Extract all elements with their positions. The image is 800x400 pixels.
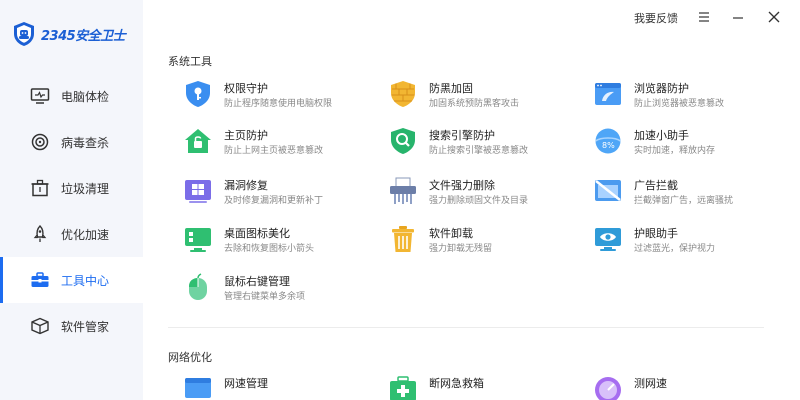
sidebar-item-tool-center[interactable]: 工具中心 <box>0 257 143 303</box>
tool-name: 主页防护 <box>224 129 268 142</box>
app-logo: 2345安全卫士 <box>12 20 134 48</box>
tool-browser-protection[interactable]: 浏览器防护 防止浏览器被恶意篡改 <box>593 80 788 122</box>
tool-desc: 过滤蓝光，保护视力 <box>634 244 716 254</box>
section-title-system-tools: 系统工具 <box>168 55 212 68</box>
tool-desc: 防止搜索引擎被恶意篡改 <box>429 146 529 156</box>
tool-name: 防黑加固 <box>429 82 473 95</box>
sidebar-item-label: 工具中心 <box>61 273 110 288</box>
toolbox-icon <box>31 272 49 287</box>
target-icon <box>31 133 49 151</box>
tool-name: 加速小助手 <box>634 129 689 142</box>
close-icon[interactable] <box>765 8 783 26</box>
tool-name: 浏览器防护 <box>634 82 689 95</box>
search-shield-icon <box>391 128 415 154</box>
feedback-link[interactable]: 我要反馈 <box>634 10 678 26</box>
section-divider <box>168 327 764 328</box>
tool-speed-test[interactable]: 测网速 <box>593 375 788 400</box>
ad-block-icon <box>595 180 621 201</box>
tool-name: 护眼助手 <box>634 227 678 240</box>
tool-eye-care[interactable]: 护眼助手 过滤蓝光，保护视力 <box>593 225 788 267</box>
tool-name: 搜索引擎防护 <box>429 129 495 142</box>
tool-name: 断网急救箱 <box>429 377 484 390</box>
tool-desc: 加固系统预防黑客攻击 <box>429 99 520 109</box>
tool-right-click-manager[interactable]: 鼠标右键管理 管理右键菜单多余项 <box>183 273 378 315</box>
sidebar-item-software-manager[interactable]: 软件管家 <box>0 303 143 349</box>
windows-patch-icon <box>185 180 211 203</box>
sidebar-item-label: 电脑体检 <box>61 89 110 104</box>
tool-desktop-icon-beautify[interactable]: 桌面图标美化 去除和恢复图标小箭头 <box>183 225 378 267</box>
tool-software-uninstall[interactable]: 软件卸载 强力卸载无残留 <box>388 225 583 267</box>
tool-desc: 防止浏览器被恶意篡改 <box>634 99 725 109</box>
sidebar-item-label: 病毒查杀 <box>61 135 110 150</box>
tool-name: 软件卸载 <box>429 227 473 240</box>
menu-icon[interactable] <box>695 8 713 26</box>
tool-desc: 实时加速，释放内存 <box>634 146 716 156</box>
sidebar-item-virus-scan[interactable]: 病毒查杀 <box>0 119 143 165</box>
tool-desc: 防止程序随意使用电脑权限 <box>224 99 333 109</box>
tool-desc: 及时修复漏洞和更新补丁 <box>224 196 324 206</box>
monitor-icon <box>30 88 50 104</box>
tool-desc: 强力卸载无残留 <box>429 244 493 254</box>
tool-desc: 防止上网主页被恶意篡改 <box>224 146 324 156</box>
tool-name: 文件强力删除 <box>429 179 495 192</box>
brick-shield-icon <box>391 81 415 107</box>
desktop-icon <box>185 228 211 252</box>
section-title-network: 网络优化 <box>168 351 212 364</box>
sidebar-item-label: 优化加速 <box>61 227 110 242</box>
package-box-icon <box>31 317 49 335</box>
tool-desc: 去除和恢复图标小箭头 <box>224 244 315 254</box>
first-aid-kit-icon <box>390 376 416 400</box>
eye-care-monitor-icon <box>595 228 621 251</box>
speed-test-icon <box>595 377 621 400</box>
house-lock-icon <box>185 129 211 153</box>
sidebar-item-checkup[interactable]: 电脑体检 <box>0 73 143 119</box>
tool-name: 广告拦截 <box>634 179 678 192</box>
shield-key-icon <box>186 81 210 107</box>
tool-name: 漏洞修复 <box>224 179 268 192</box>
memory-boost-icon: 8% <box>595 128 621 154</box>
tool-name: 网速管理 <box>224 377 268 390</box>
sidebar-item-cleanup[interactable]: 垃圾清理 <box>0 165 143 211</box>
tool-network-first-aid[interactable]: 断网急救箱 <box>388 375 583 400</box>
browser-icon <box>595 83 621 105</box>
rocket-icon <box>33 225 47 242</box>
tool-permission-guard[interactable]: 权限守护 防止程序随意使用电脑权限 <box>183 80 378 122</box>
minimize-icon[interactable] <box>729 8 747 26</box>
tool-name: 权限守护 <box>224 82 268 95</box>
trash-bin-icon <box>31 179 49 197</box>
tool-name: 桌面图标美化 <box>224 227 290 240</box>
tool-desc: 管理右键菜单多余项 <box>224 292 306 302</box>
svg-text:8%: 8% <box>602 141 615 150</box>
tool-file-shredder[interactable]: 文件强力删除 强力删除顽固文件及目录 <box>388 177 583 219</box>
tool-vulnerability-fix[interactable]: 漏洞修复 及时修复漏洞和更新补丁 <box>183 177 378 219</box>
shredder-icon <box>390 177 416 204</box>
tool-speed-assistant[interactable]: 8% 加速小助手 实时加速，释放内存 <box>593 127 788 169</box>
sidebar-item-label: 软件管家 <box>61 319 110 334</box>
tool-ad-block[interactable]: 广告拦截 拦截弹窗广告，远离骚扰 <box>593 177 788 219</box>
sidebar-item-optimize[interactable]: 优化加速 <box>0 211 143 257</box>
tool-name: 测网速 <box>634 377 667 390</box>
mouse-icon <box>189 273 207 300</box>
tool-desc: 拦截弹窗广告，远离骚扰 <box>634 196 734 206</box>
uninstall-bin-icon <box>392 226 414 252</box>
tool-homepage-protection[interactable]: 主页防护 防止上网主页被恶意篡改 <box>183 127 378 169</box>
net-speed-icon <box>185 378 211 398</box>
tool-desc: 强力删除顽固文件及目录 <box>429 196 529 206</box>
sidebar-item-label: 垃圾清理 <box>61 181 110 196</box>
tool-search-engine-protection[interactable]: 搜索引擎防护 防止搜索引擎被恶意篡改 <box>388 127 583 169</box>
tool-net-speed-manager[interactable]: 网速管理 <box>183 375 378 400</box>
sidebar: 2345安全卫士 电脑体检 病毒查杀 垃圾清理 优化加速 工具中心 软件管家 <box>0 0 143 400</box>
tool-name: 鼠标右键管理 <box>224 275 290 288</box>
app-logo-text: 2345安全卫士 <box>41 28 126 44</box>
shield-logo-icon <box>14 22 34 46</box>
tool-anti-hack[interactable]: 防黑加固 加固系统预防黑客攻击 <box>388 80 583 122</box>
